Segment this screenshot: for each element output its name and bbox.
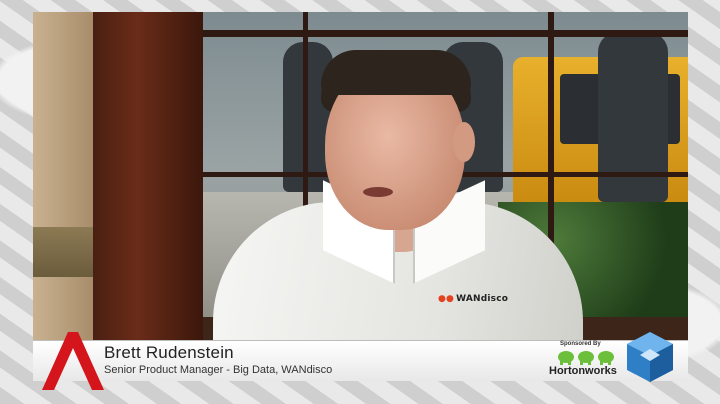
- interviewee: [213, 50, 583, 380]
- letter-a-logo-icon: [42, 332, 104, 390]
- speaker-name: Brett Rudenstein: [104, 343, 234, 362]
- video-frame: ●● WANdisco: [33, 12, 688, 380]
- speaker-title: Senior Product Manager - Big Data, WANdi…: [104, 364, 333, 376]
- wood-pillar: [93, 12, 203, 380]
- sponsor-label: Sponsored By: [560, 341, 601, 347]
- shirt-logo: ●● WANdisco: [438, 294, 509, 304]
- elephants-icon: [558, 351, 614, 365]
- sponsor-name: Hortonworks: [549, 365, 617, 377]
- wall-panel: [33, 12, 93, 380]
- cube-icon: [627, 332, 673, 382]
